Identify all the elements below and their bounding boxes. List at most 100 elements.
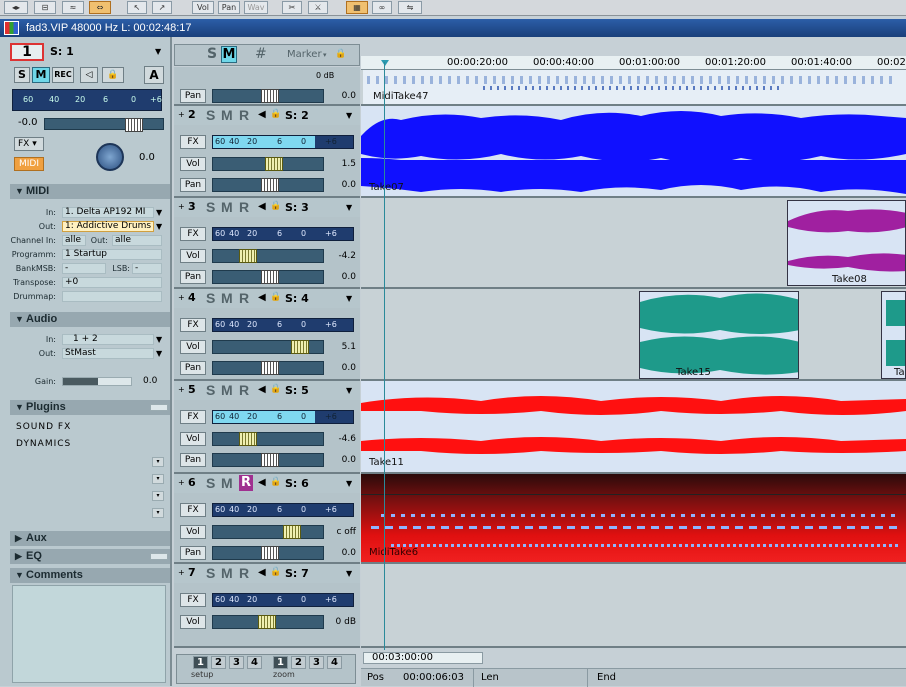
pan-slider[interactable] bbox=[212, 453, 324, 467]
fx-dropdown[interactable]: FX ▾ bbox=[14, 137, 44, 151]
volume-knob[interactable] bbox=[283, 525, 301, 539]
midi-out-field[interactable]: 1: Addictive Drums bbox=[62, 221, 154, 232]
volume-slider[interactable] bbox=[212, 157, 324, 171]
pan-knob[interactable] bbox=[261, 453, 279, 467]
solo-button[interactable]: S bbox=[206, 382, 215, 398]
chevron-down-icon[interactable]: ▾ bbox=[323, 51, 327, 59]
chevron-down-icon[interactable]: ▼ bbox=[156, 349, 162, 358]
comments-field[interactable] bbox=[12, 585, 166, 683]
chevron-down-icon[interactable]: ▾ bbox=[152, 508, 164, 518]
speaker-icon[interactable]: ◁ bbox=[80, 67, 98, 83]
chevron-down-icon[interactable]: ▼ bbox=[346, 203, 352, 212]
volume-slider[interactable] bbox=[212, 340, 324, 354]
lock-icon[interactable]: 🔒 bbox=[335, 49, 346, 59]
midi-clip[interactable]: MidiTake47 bbox=[363, 70, 906, 104]
volume-knob[interactable] bbox=[239, 249, 257, 263]
playback-cursor[interactable] bbox=[384, 62, 385, 672]
knife-icon[interactable]: ⚔ bbox=[308, 1, 328, 14]
chevron-down-icon[interactable]: ▼ bbox=[346, 294, 352, 303]
lock-icon[interactable]: 🔒 bbox=[270, 477, 281, 487]
audio-clip[interactable]: Take07 bbox=[361, 106, 906, 196]
plugins-section-header[interactable]: ▼ Plugins bbox=[10, 400, 170, 415]
bank-field[interactable]: - bbox=[62, 263, 106, 274]
record-button[interactable]: REC bbox=[52, 67, 74, 83]
audio-clip[interactable]: Take15 bbox=[639, 291, 799, 379]
audio-clip[interactable]: Take11 bbox=[361, 381, 906, 472]
speaker-icon[interactable]: ◀ bbox=[258, 477, 266, 488]
pan-knob[interactable] bbox=[261, 270, 279, 284]
audio-in-field[interactable]: 1 + 2 bbox=[62, 334, 154, 345]
record-icon[interactable]: ⊟ bbox=[34, 1, 56, 14]
solo-button[interactable]: S bbox=[206, 475, 215, 491]
fx-button[interactable]: FX bbox=[180, 503, 206, 517]
chevron-down-icon[interactable]: ▾ bbox=[152, 474, 164, 484]
track-select[interactable]: S: 3 bbox=[285, 201, 309, 214]
pan-slider[interactable] bbox=[212, 89, 324, 103]
program-field[interactable]: 1 Startup bbox=[62, 249, 162, 260]
chevron-down-icon[interactable]: ▼ bbox=[346, 479, 352, 488]
lock-icon[interactable]: 🔒 bbox=[270, 292, 281, 302]
chevron-down-icon[interactable]: ▼ bbox=[156, 335, 162, 344]
midi-button[interactable]: MIDI bbox=[14, 157, 44, 171]
midi-section-header[interactable]: ▼ MIDI bbox=[10, 184, 170, 199]
eq-section-header[interactable]: ▶ EQ bbox=[10, 549, 170, 564]
track-select[interactable]: S: 5 bbox=[285, 384, 309, 397]
track-select[interactable]: S: 4 bbox=[285, 292, 309, 305]
vol-button[interactable]: Vol bbox=[192, 1, 214, 14]
chevron-down-icon[interactable]: ▼ bbox=[155, 47, 161, 56]
plus-icon[interactable]: + bbox=[178, 110, 185, 119]
setup-tab[interactable]: 1 bbox=[193, 656, 208, 669]
volume-slider[interactable] bbox=[44, 118, 164, 132]
mute-button[interactable]: M bbox=[32, 67, 50, 83]
speaker-icon[interactable]: ◀ bbox=[258, 109, 266, 120]
solo-button[interactable]: S bbox=[206, 199, 215, 215]
playhead-marker-icon[interactable] bbox=[381, 60, 389, 66]
zoom-tab[interactable]: 3 bbox=[309, 656, 324, 669]
cursor-icon[interactable]: ↗ bbox=[152, 1, 172, 14]
volume-knob[interactable] bbox=[239, 432, 257, 446]
plus-icon[interactable]: + bbox=[178, 293, 185, 302]
record-button[interactable]: R bbox=[239, 475, 253, 491]
midi-clip[interactable]: MidiTake6 bbox=[361, 474, 906, 562]
pan-knob[interactable] bbox=[261, 178, 279, 192]
mute-button[interactable]: M bbox=[221, 199, 233, 215]
mix-icon[interactable]: ⇔ bbox=[89, 1, 111, 14]
marker-dropdown[interactable]: Marker bbox=[287, 49, 322, 60]
gain-slider[interactable] bbox=[62, 377, 132, 386]
volume-slider[interactable] bbox=[212, 615, 324, 629]
volume-knob[interactable] bbox=[125, 118, 143, 132]
plus-icon[interactable]: + bbox=[178, 478, 185, 487]
speaker-icon[interactable]: ◀ bbox=[258, 567, 266, 578]
audio-clip[interactable]: Take08 bbox=[787, 200, 906, 286]
record-button[interactable]: R bbox=[239, 107, 249, 123]
grid-button[interactable]: # bbox=[255, 46, 267, 62]
mute-button[interactable]: M bbox=[221, 382, 233, 398]
track-number[interactable]: 1 bbox=[10, 43, 44, 61]
fx-button[interactable]: FX bbox=[180, 593, 206, 607]
plus-icon[interactable]: + bbox=[178, 568, 185, 577]
global-solo-button[interactable]: S bbox=[207, 46, 217, 62]
chevron-down-icon[interactable]: ▼ bbox=[346, 386, 352, 395]
record-button[interactable]: R bbox=[239, 290, 249, 306]
plugin-item[interactable]: SOUND FX bbox=[16, 422, 71, 432]
fx-button[interactable]: FX bbox=[180, 135, 206, 149]
wav-button[interactable]: Wav bbox=[244, 1, 268, 14]
mute-button[interactable]: M bbox=[221, 107, 233, 123]
solo-button[interactable]: S bbox=[206, 290, 215, 306]
speaker-icon[interactable]: ◀ bbox=[258, 292, 266, 303]
lock-icon[interactable]: 🔒 bbox=[270, 567, 281, 577]
pointer-icon[interactable]: ↖ bbox=[127, 1, 147, 14]
audio-clip[interactable]: Ta bbox=[881, 291, 906, 379]
track-select[interactable]: S: 1 bbox=[50, 45, 74, 58]
setup-tab[interactable]: 2 bbox=[211, 656, 226, 669]
fx-button[interactable]: FX bbox=[180, 410, 206, 424]
channel-out-field[interactable]: alle bbox=[112, 235, 162, 246]
volume-slider[interactable] bbox=[212, 432, 324, 446]
eq-toggle[interactable] bbox=[150, 553, 168, 560]
zoom-tab[interactable]: 4 bbox=[327, 656, 342, 669]
pan-knob[interactable] bbox=[261, 89, 279, 103]
timeline-ruler[interactable]: 00:00:20:00 00:00:40:00 00:01:00:00 00:0… bbox=[361, 56, 906, 70]
record-button[interactable]: R bbox=[239, 199, 249, 215]
track-select[interactable]: S: 6 bbox=[285, 477, 309, 490]
zoom-tab[interactable]: 2 bbox=[291, 656, 306, 669]
